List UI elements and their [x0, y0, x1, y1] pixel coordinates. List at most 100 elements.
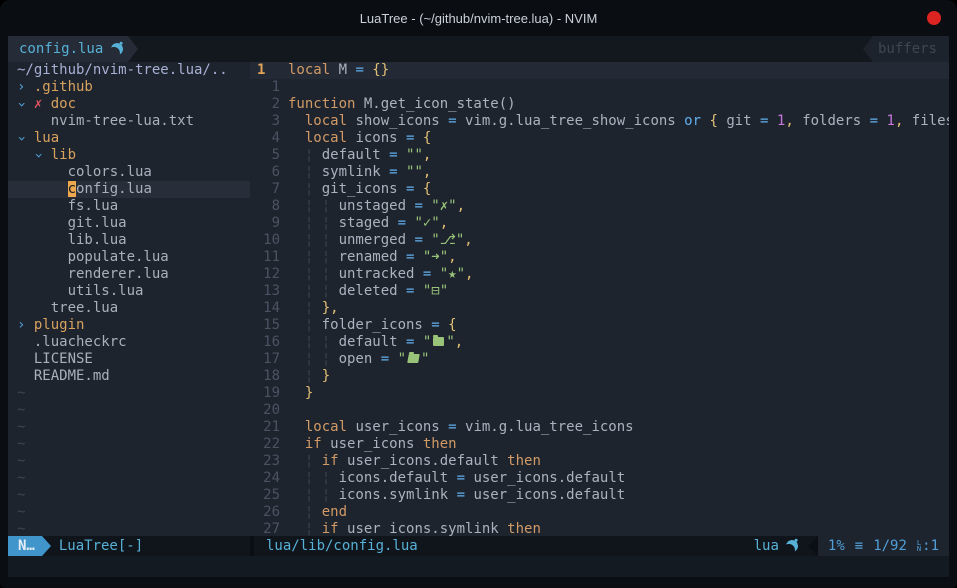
empty-line-tilde: ~	[8, 521, 250, 536]
tree-row[interactable]: utils.lua	[8, 283, 250, 300]
line-number: 1	[250, 79, 280, 96]
tree-row[interactable]: tree.lua	[8, 300, 250, 317]
tree-row[interactable]: › lib	[8, 147, 250, 164]
window-title: LuaTree - (~/github/nvim-tree.lua) - NVI…	[360, 11, 598, 26]
code-line[interactable]: 20	[250, 402, 949, 419]
code-line[interactable]: 19 }	[250, 385, 949, 402]
tree-row[interactable]: ~/github/nvim-tree.lua/..	[8, 62, 250, 79]
status-arrow-separator	[808, 536, 818, 556]
tree-row[interactable]: git.lua	[8, 215, 250, 232]
empty-line-tilde: ~	[8, 470, 250, 487]
empty-line-tilde: ~	[8, 385, 250, 402]
code-line[interactable]: 23 ¦ if user_icons.default then	[250, 453, 949, 470]
code-line[interactable]: 14 ¦ },	[250, 300, 949, 317]
tree-buffer-name: LuaTree[-]	[51, 536, 143, 556]
code-line[interactable]: 5 ¦ default = "",	[250, 147, 949, 164]
command-line[interactable]	[8, 556, 949, 577]
code-line[interactable]: 4 local icons = {	[250, 130, 949, 147]
folder-icon	[433, 337, 444, 346]
tree-row[interactable]: fs.lua	[8, 198, 250, 215]
mode-indicator: N…	[8, 536, 42, 556]
close-button[interactable]	[927, 11, 941, 25]
code-statusline: lua/lib/config.lua lua 1% ≡ 1/92 L N	[254, 536, 949, 556]
tree-row[interactable]: nvim-tree-lua.txt	[8, 113, 250, 130]
code-line[interactable]: 25 ¦ ¦ icons.symlink = user_icons.defaul…	[250, 487, 949, 504]
chevron-right-icon: ›	[17, 79, 34, 95]
tree-statusline: N… LuaTree[-]	[8, 536, 250, 556]
code-line[interactable]: 9 ¦ ¦ staged = "✓",	[250, 215, 949, 232]
code-text: ¦ ¦ deleted = "⊟"	[280, 283, 448, 300]
buffers-label: buffers	[878, 41, 937, 57]
code-line[interactable]: 18 ¦ }	[250, 368, 949, 385]
code-line[interactable]: 7 ¦ git_icons = {	[250, 181, 949, 198]
line-column-indicator: L N :1	[917, 538, 939, 554]
code-line[interactable]: 22 if user_icons then	[250, 436, 949, 453]
tree-row[interactable]: populate.lua	[8, 249, 250, 266]
tree-row[interactable]: LICENSE	[8, 351, 250, 368]
code-editor-panel: 1local M = {}12function M.get_icon_state…	[250, 62, 949, 536]
tree-row[interactable]: › ✗ doc	[8, 96, 250, 113]
code-text: if user_icons then	[280, 436, 457, 453]
empty-line-tilde: ~	[8, 487, 250, 504]
code-text: ¦ default = "",	[280, 147, 431, 164]
tree-row[interactable]: lib.lua	[8, 232, 250, 249]
tree-row[interactable]: colors.lua	[8, 164, 250, 181]
code-text: ¦ ¦ staged = "✓",	[280, 215, 448, 232]
buffers-arrow-separator	[863, 36, 873, 62]
chevron-down-icon: ›	[13, 100, 30, 108]
line-number: 15	[250, 317, 280, 334]
lines-icon: ≡	[855, 538, 863, 554]
line-number: 17	[250, 351, 280, 368]
code-line[interactable]: 2function M.get_icon_state()	[250, 96, 949, 113]
code-text: ¦ }	[280, 368, 330, 385]
cursor-position: 1/92	[873, 538, 907, 554]
tree-row[interactable]: renderer.lua	[8, 266, 250, 283]
code-line[interactable]: 24 ¦ ¦ icons.default = user_icons.defaul…	[250, 470, 949, 487]
code-line[interactable]: 12 ¦ ¦ untracked = "★",	[250, 266, 949, 283]
line-number: 22	[250, 436, 280, 453]
tree-row[interactable]: › plugin	[8, 317, 250, 334]
line-number: 14	[250, 300, 280, 317]
nvim-window: LuaTree - (~/github/nvim-tree.lua) - NVI…	[0, 0, 957, 588]
code-line[interactable]: 8 ¦ ¦ unstaged = "✗",	[250, 198, 949, 215]
line-number: 24	[250, 470, 280, 487]
tree-row[interactable]: .luacheckrc	[8, 334, 250, 351]
buffers-tab[interactable]: buffers	[873, 36, 949, 62]
line-number: 2	[250, 96, 280, 113]
tree-row[interactable]: config.lua	[8, 181, 250, 198]
code-line[interactable]: 3 local show_icons = vim.g.lua_tree_show…	[250, 113, 949, 130]
line-number: 10	[250, 232, 280, 249]
line-number: 4	[250, 130, 280, 147]
tree-row[interactable]: › lua	[8, 130, 250, 147]
tab-config-lua[interactable]: config.lua	[8, 36, 128, 62]
empty-line-tilde: ~	[8, 436, 250, 453]
code-line[interactable]: 13 ¦ ¦ deleted = "⊟"	[250, 283, 949, 300]
filetype-label: lua	[754, 538, 779, 554]
block-cursor: c	[68, 181, 76, 197]
code-text: ¦ ¦ unstaged = "✗",	[280, 198, 465, 215]
tree-row[interactable]: › .github	[8, 79, 250, 96]
code-line[interactable]: 26 ¦ end	[250, 504, 949, 521]
code-line[interactable]: 15 ¦ folder_icons = {	[250, 317, 949, 334]
code-text	[280, 79, 288, 96]
code-line[interactable]: 11 ¦ ¦ renamed = "➜",	[250, 249, 949, 266]
status-file-path: lua/lib/config.lua	[254, 538, 418, 554]
code-line[interactable]: 27 ¦ if user_icons.symlink then	[250, 521, 949, 536]
tree-row[interactable]: README.md	[8, 368, 250, 385]
chevron-down-icon: ›	[13, 134, 30, 142]
code-line[interactable]: 1local M = {}	[250, 62, 949, 79]
line-number: 8	[250, 198, 280, 215]
tabline-spacer	[138, 36, 863, 62]
git-unstaged-icon: ✗	[34, 96, 51, 112]
code-line[interactable]: 21 local user_icons = vim.g.lua_tree_ico…	[250, 419, 949, 436]
code-line[interactable]: 1	[250, 79, 949, 96]
line-number: 5	[250, 147, 280, 164]
code-line[interactable]: 16 ¦ ¦ default = "",	[250, 334, 949, 351]
code-line[interactable]: 10 ¦ ¦ unmerged = "⎇",	[250, 232, 949, 249]
line-number: 23	[250, 453, 280, 470]
tab-label: config.lua	[19, 41, 103, 57]
mode-arrow-separator	[42, 536, 51, 556]
statusline: N… LuaTree[-] lua/lib/config.lua lua 1% …	[8, 536, 949, 556]
code-line[interactable]: 6 ¦ symlink = "",	[250, 164, 949, 181]
code-line[interactable]: 17 ¦ ¦ open = ""	[250, 351, 949, 368]
